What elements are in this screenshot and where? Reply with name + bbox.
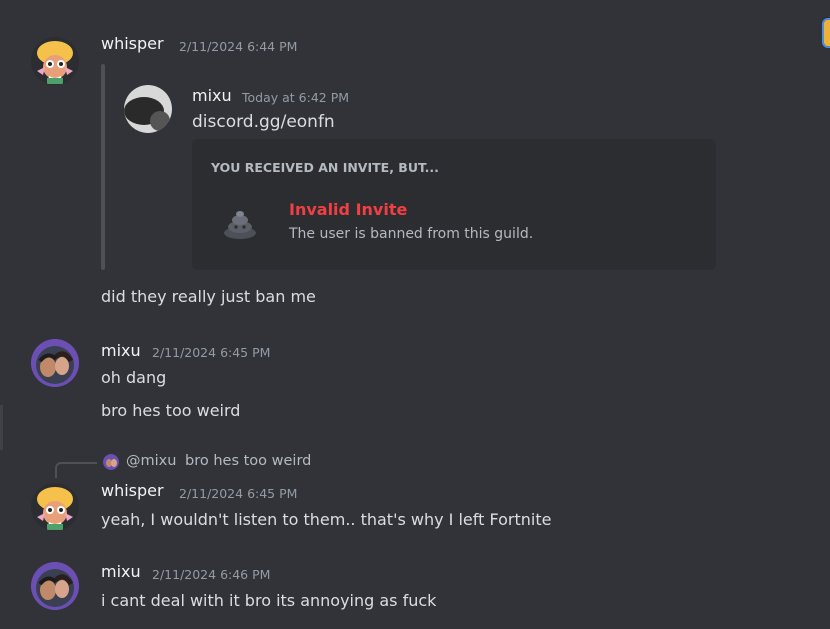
reply-mention[interactable]: @mixu [126, 453, 176, 469]
invite-description: The user is banned from this guild. [289, 226, 534, 242]
reply-avatar[interactable] [103, 454, 119, 470]
message-text: yeah, I wouldn't listen to them.. that's… [101, 510, 552, 529]
timestamp: 2/11/2024 6:44 PM [179, 39, 298, 54]
invite-header: YOU RECEIVED AN INVITE, BUT... [211, 160, 439, 175]
avatar-mixu[interactable] [31, 562, 79, 610]
reply-connector [55, 462, 97, 478]
avatar-mixu[interactable] [31, 339, 79, 387]
username[interactable]: whisper [101, 34, 164, 53]
invite-title: Invalid Invite [289, 200, 408, 219]
invalid-invite-icon [210, 193, 270, 253]
avatar-whisper[interactable] [31, 37, 79, 85]
forward-timestamp: Today at 6:42 PM [242, 90, 350, 105]
scroll-edge [0, 405, 3, 450]
timestamp: 2/11/2024 6:46 PM [152, 567, 271, 582]
username[interactable]: mixu [101, 341, 141, 360]
invite-embed: YOU RECEIVED AN INVITE, BUT... Invalid I… [192, 139, 716, 270]
username[interactable]: mixu [101, 562, 141, 581]
forward-username[interactable]: mixu [192, 86, 232, 105]
invite-link[interactable]: discord.gg/eonfn [192, 112, 335, 132]
username[interactable]: whisper [101, 481, 164, 500]
emoji-reaction-icon[interactable] [822, 18, 830, 48]
avatar-mixu-forward[interactable] [124, 85, 172, 133]
forward-bar [101, 64, 105, 270]
message-text: oh dang [101, 368, 167, 387]
message-text: i cant deal with it bro its annoying as … [101, 591, 437, 610]
message-text: bro hes too weird [101, 401, 241, 420]
avatar-whisper[interactable] [31, 483, 79, 531]
timestamp: 2/11/2024 6:45 PM [152, 345, 271, 360]
timestamp: 2/11/2024 6:45 PM [179, 486, 298, 501]
reply-preview[interactable]: bro hes too weird [185, 453, 311, 469]
message-text: did they really just ban me [101, 287, 316, 306]
